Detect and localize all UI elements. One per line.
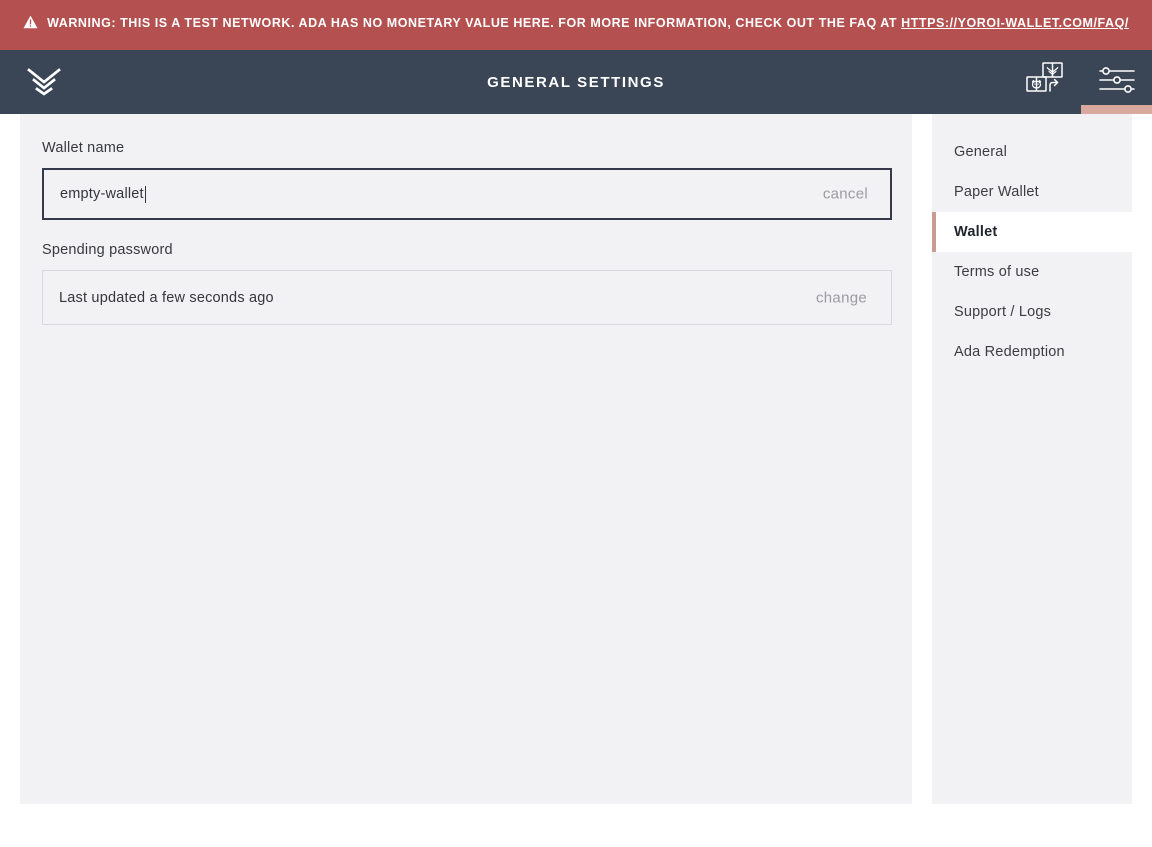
settings-menu: General Paper Wallet Wallet Terms of use… (932, 114, 1132, 804)
sidebar-item-paper-wallet[interactable]: Paper Wallet (932, 172, 1132, 212)
spending-password-field-block: Spending password Last updated a few sec… (42, 242, 892, 325)
wallet-switch-button[interactable] (1010, 50, 1081, 114)
settings-sliders-icon (1098, 65, 1136, 100)
spending-password-label: Spending password (42, 242, 173, 258)
warning-banner-text: WARNING: THIS IS A TEST NETWORK. ADA HAS… (23, 13, 1129, 36)
sidebar-item-wallet[interactable]: Wallet (932, 212, 1132, 252)
sidebar-item-ada-redemption[interactable]: Ada Redemption (932, 332, 1132, 372)
spending-password-row[interactable]: Last updated a few seconds ago change (42, 270, 892, 325)
wallet-name-value: empty-wallet (60, 186, 144, 202)
wallet-name-label: Wallet name (42, 140, 125, 156)
warning-banner-message: WARNING: THIS IS A TEST NETWORK. ADA HAS… (47, 15, 902, 30)
wallet-name-input[interactable]: empty-wallet cancel (42, 168, 892, 220)
test-network-warning-banner: WARNING: THIS IS A TEST NETWORK. ADA HAS… (0, 0, 1152, 50)
wallet-name-field-block: Wallet name empty-wallet cancel (42, 140, 892, 220)
spending-password-status: Last updated a few seconds ago (59, 289, 274, 306)
sidebar-item-support-logs[interactable]: Support / Logs (932, 292, 1132, 332)
page-title: GENERAL SETTINGS (487, 73, 665, 91)
wallet-settings-panel: Wallet name empty-wallet cancel Spending… (20, 114, 912, 804)
sidebar-item-terms-of-use[interactable]: Terms of use (932, 252, 1132, 292)
settings-button[interactable] (1081, 50, 1152, 114)
wallet-name-cancel-button[interactable]: cancel (823, 186, 868, 203)
warning-triangle-icon (23, 15, 38, 36)
spending-password-change-button[interactable]: change (816, 289, 867, 306)
app-topbar: GENERAL SETTINGS (0, 50, 1152, 114)
faq-link[interactable]: HTTPS://YOROI-WALLET.COM/FAQ/ (901, 16, 1129, 30)
text-cursor (144, 185, 146, 203)
topbar-actions (1010, 50, 1152, 114)
sidebar-item-general[interactable]: General (932, 132, 1132, 172)
yoroi-chevron-logo-icon[interactable] (25, 63, 63, 101)
wallet-switch-icon (1023, 60, 1069, 105)
content-area: Wallet name empty-wallet cancel Spending… (0, 114, 1152, 847)
